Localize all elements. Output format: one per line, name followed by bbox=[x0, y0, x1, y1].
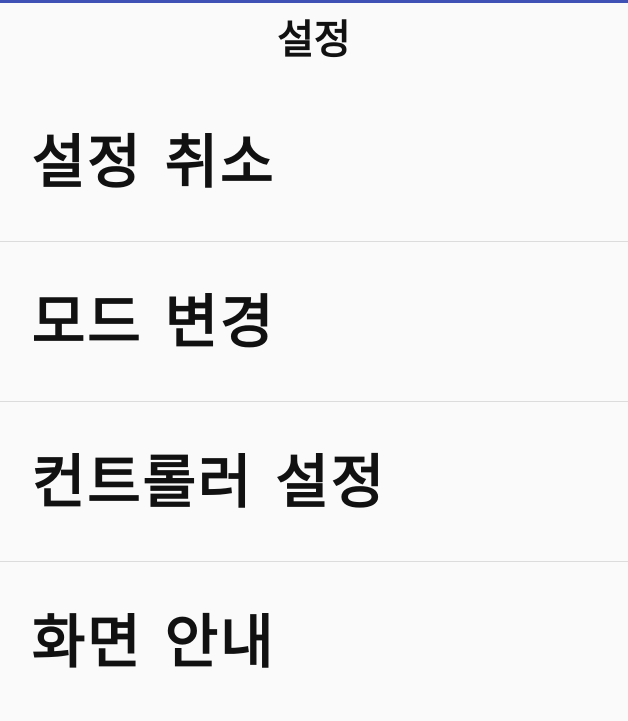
menu-item-screen-guide[interactable]: 화면 안내 bbox=[0, 562, 628, 721]
menu-item-change-mode[interactable]: 모드 변경 bbox=[0, 242, 628, 401]
title-bar: 설정 bbox=[0, 3, 628, 83]
menu-item-label: 컨트롤러 설정 bbox=[32, 447, 387, 516]
menu-item-controller-settings[interactable]: 컨트롤러 설정 bbox=[0, 402, 628, 561]
menu-item-cancel-settings[interactable]: 설정 취소 bbox=[0, 83, 628, 241]
settings-menu-list: 설정 취소 모드 변경 컨트롤러 설정 화면 안내 bbox=[0, 83, 628, 721]
menu-item-label: 모드 변경 bbox=[32, 287, 276, 356]
menu-item-label: 설정 취소 bbox=[32, 128, 276, 196]
page-title: 설정 bbox=[277, 17, 351, 63]
menu-item-label: 화면 안내 bbox=[32, 607, 276, 676]
